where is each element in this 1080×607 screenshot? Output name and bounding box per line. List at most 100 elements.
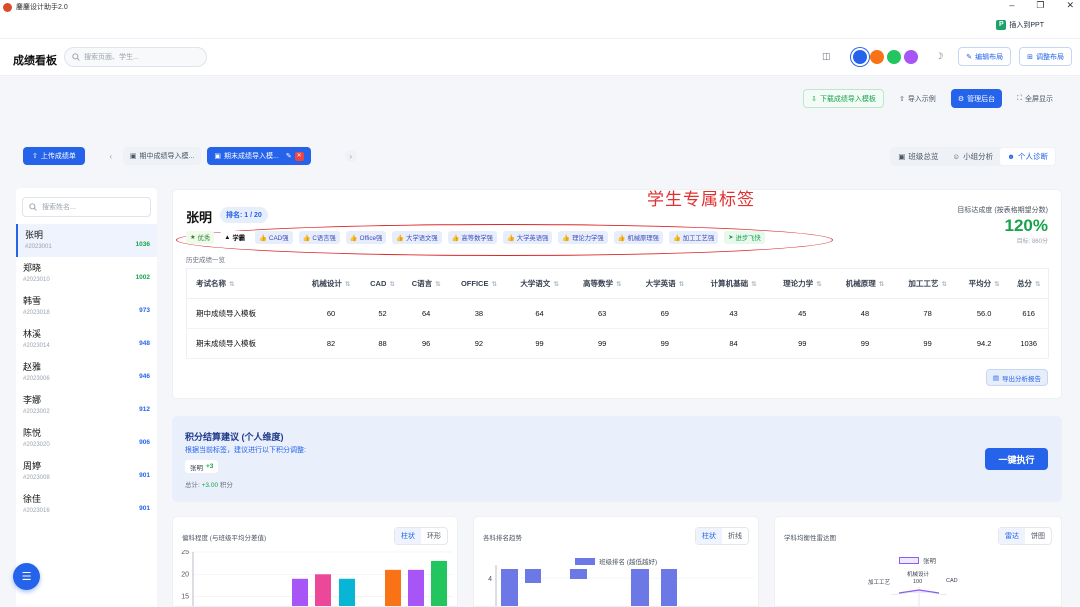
toggle-bar[interactable]: 柱状 <box>696 528 722 544</box>
bar <box>570 569 587 579</box>
y-tick-label: 25 <box>181 550 189 556</box>
table-row: 期末成绩导入模板 82 88 96 92 99 99 99 84 99 99 99 94.2 1036 <box>186 328 1049 359</box>
sort-icon[interactable]: ⇅ <box>941 281 946 288</box>
student-list-item[interactable]: 周婷 #2023008 901 <box>16 455 157 488</box>
student-id: #2023002 <box>23 409 50 415</box>
column-header[interactable]: 机械设计 ⇅ <box>299 268 363 299</box>
student-list-item[interactable]: 陈悦 #2023020 906 <box>16 422 157 455</box>
bar <box>339 578 355 606</box>
tab-personal-diagnosis[interactable]: ☻ 个人诊断 <box>1000 148 1055 165</box>
theme-blue-dot[interactable] <box>853 49 868 64</box>
table-cell: 99 <box>896 328 959 359</box>
sort-icon[interactable]: ⇅ <box>1035 281 1040 288</box>
sort-icon[interactable]: ⇅ <box>491 281 496 288</box>
toggle-pie[interactable]: 饼图 <box>1025 528 1051 544</box>
sort-icon[interactable]: ⇅ <box>616 281 621 288</box>
theme-purple-dot[interactable] <box>904 49 919 64</box>
edit-icon[interactable]: ✎ <box>286 152 292 160</box>
student-list-item[interactable]: 韩雪 #2023018 973 <box>16 290 157 323</box>
sort-icon[interactable]: ⇅ <box>879 281 884 288</box>
export-report-button[interactable]: ▤ 导出分析报告 <box>985 369 1048 386</box>
column-header[interactable]: 高等数学 ⇅ <box>570 268 634 299</box>
sort-icon[interactable]: ⇅ <box>679 281 684 288</box>
tab-group-analysis[interactable]: ☺ 小组分析 <box>945 148 1000 165</box>
panel-rank-trend: 各科排名趋势 柱状 折线 班级排名 (越低越好) 4 <box>473 516 759 607</box>
student-list-item[interactable]: 林溪 #2023014 948 <box>16 323 157 356</box>
tag-label: 优秀 <box>197 235 211 242</box>
adjust-layout-button[interactable]: ⊞ 调整布局 <box>1019 47 1072 66</box>
student-list-item[interactable]: 李娜 #2023002 912 <box>16 389 157 422</box>
sort-icon[interactable]: ⇅ <box>994 281 999 288</box>
column-header[interactable]: CAD ⇅ <box>362 268 403 299</box>
fullscreen-button[interactable]: ⛶ 全屏显示 <box>1010 89 1060 108</box>
table-cell: 56.0 <box>958 298 1010 329</box>
sort-icon[interactable]: ⇅ <box>435 281 440 288</box>
file-icon: ▣ <box>129 153 137 160</box>
column-header[interactable]: 考试名称 ⇅ <box>186 268 300 299</box>
student-search-input[interactable]: 搜索姓名... <box>22 197 151 217</box>
goal-target: 目标: 860分 <box>1016 239 1048 245</box>
minimize-icon[interactable]: – <box>1009 0 1014 11</box>
column-header[interactable]: 平均分 ⇅ <box>958 268 1010 299</box>
toggle-bar[interactable]: 柱状 <box>395 528 421 544</box>
column-header[interactable]: 机械原理 ⇅ <box>833 268 897 299</box>
thumbs-up-icon: 👍 <box>396 234 405 242</box>
grid-icon: ⊞ <box>1027 53 1033 61</box>
column-header[interactable]: 大学语文 ⇅ <box>508 268 571 299</box>
student-list-item[interactable]: 赵雅 #2023006 946 <box>16 356 157 389</box>
toggle-ring[interactable]: 环形 <box>421 528 447 544</box>
file-tab-label: 期末成绩导入模... <box>223 153 279 160</box>
theme-orange-dot[interactable] <box>870 49 885 64</box>
student-id: #2023014 <box>23 343 50 349</box>
table-cell: 99 <box>833 328 897 359</box>
admin-button[interactable]: ⚙ 管理后台 <box>950 89 1003 108</box>
delete-icon[interactable]: ✕ <box>294 151 304 161</box>
sort-icon[interactable]: ⇅ <box>751 281 756 288</box>
column-header[interactable]: 大学英语 ⇅ <box>633 268 697 299</box>
download-template-button[interactable]: ⇩ 下载成绩导入模板 <box>803 89 884 108</box>
import-example-button[interactable]: ⇧ 导入示例 <box>892 89 943 108</box>
column-header[interactable]: C语言 ⇅ <box>402 268 450 299</box>
file-tab-final[interactable]: ▣ 期末成绩导入模... ✎ ✕ <box>207 147 311 165</box>
advice-total: 总计: +3.00 积分 <box>185 479 233 489</box>
tag-label: 加工工艺强 <box>682 235 715 242</box>
student-list-item[interactable]: 郑晓 #2023010 1002 <box>16 257 157 290</box>
column-header[interactable]: 计算机基础 ⇅ <box>696 268 771 299</box>
toggle-line[interactable]: 折线 <box>722 528 748 544</box>
sort-icon[interactable]: ⇅ <box>816 281 821 288</box>
student-list-item[interactable]: 徐佳 #2023016 901 <box>16 488 157 521</box>
next-icon[interactable]: › <box>344 150 357 162</box>
close-icon[interactable]: ✕ <box>1066 0 1074 11</box>
radar-axis-label: CAD <box>946 578 958 584</box>
sort-icon[interactable]: ⇅ <box>389 281 394 288</box>
sort-icon[interactable]: ⇅ <box>229 281 234 288</box>
thumbs-up-icon: 👍 <box>672 234 681 242</box>
edit-icon: ✎ <box>966 53 973 61</box>
insert-ppt-button[interactable]: P 插入到PPT <box>996 20 1044 30</box>
edit-layout-button[interactable]: ✎ 编辑布局 <box>958 47 1012 66</box>
sidebar-toggle-icon[interactable]: ◫ <box>817 48 835 66</box>
table-cell: 99 <box>771 328 834 359</box>
sort-icon[interactable]: ⇅ <box>553 281 558 288</box>
menu-fab-button[interactable]: ☰ <box>13 563 40 590</box>
sort-icon[interactable]: ⇅ <box>345 281 350 288</box>
tag-subject: 👍 C语言强 <box>298 231 340 244</box>
tab-class-overview[interactable]: ▣ 班级总览 <box>891 148 945 165</box>
upload-button[interactable]: ⇧ 上传成绩单 <box>23 147 85 165</box>
prev-icon[interactable]: ‹ <box>105 150 117 162</box>
file-tab-midterm[interactable]: ▣ 期中成绩导入模... <box>122 147 202 165</box>
column-header[interactable]: 理论力学 ⇅ <box>771 268 834 299</box>
restore-icon[interactable]: ❐ <box>1036 0 1044 11</box>
execute-button[interactable]: 一键执行 <box>985 448 1048 470</box>
column-header[interactable]: 总分 ⇅ <box>1009 268 1049 299</box>
bar <box>408 569 424 606</box>
column-header[interactable]: OFFICE ⇅ <box>449 268 509 299</box>
student-list-item[interactable]: 张明 #2023001 1036 <box>16 224 157 257</box>
toggle-radar[interactable]: 雷达 <box>999 528 1025 544</box>
theme-green-dot[interactable] <box>887 49 902 64</box>
search-input[interactable]: 搜索页面、学生... <box>64 47 207 67</box>
table-cell: 60 <box>299 298 363 329</box>
tag-top-student: ▲ 学霸 <box>220 231 250 244</box>
column-header[interactable]: 加工工艺 ⇅ <box>896 268 959 299</box>
moon-icon[interactable]: ☽ <box>930 48 948 66</box>
